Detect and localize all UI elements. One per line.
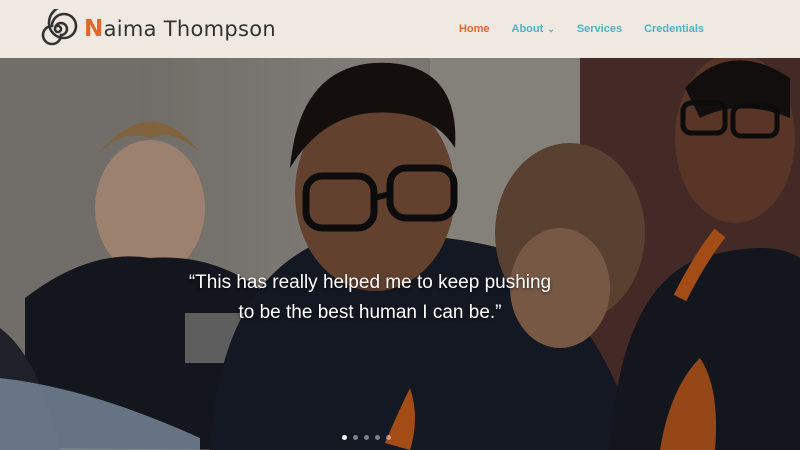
nav-services[interactable]: Services [577,23,622,35]
slider-dot-1[interactable] [342,435,347,440]
brand[interactable]: Naima Thompson [38,9,276,49]
quote-line-1: “This has really helped me to keep pushi… [188,272,552,293]
slider-dot-5[interactable] [386,435,391,440]
main-nav: Home About ⌄ Services Credentials [459,23,704,35]
nav-home[interactable]: Home [459,23,490,35]
brand-name-rest: aima Thompson [103,17,277,41]
nav-about[interactable]: About ⌄ [512,23,555,35]
hero-slider: “This has really helped me to keep pushi… [0,58,800,450]
hero-overlay [0,58,800,450]
slider-dot-2[interactable] [353,435,358,440]
slider-pagination [342,435,391,440]
nav-credentials[interactable]: Credentials [644,23,704,35]
brand-initial: N [84,16,104,42]
spiral-logo-icon [41,9,78,46]
slider-dot-3[interactable] [364,435,369,440]
nav-about-label: About [511,23,544,35]
testimonial-quote: “This has really helped me to keep pushi… [0,268,740,328]
site-header: Naima Thompson Home About ⌄ Services Cre… [0,0,800,58]
chevron-down-icon: ⌄ [547,23,555,34]
slider-dot-4[interactable] [375,435,380,440]
quote-line-2: to be the best human I can be.” [238,302,502,323]
brand-name: Naima Thompson [84,16,276,42]
